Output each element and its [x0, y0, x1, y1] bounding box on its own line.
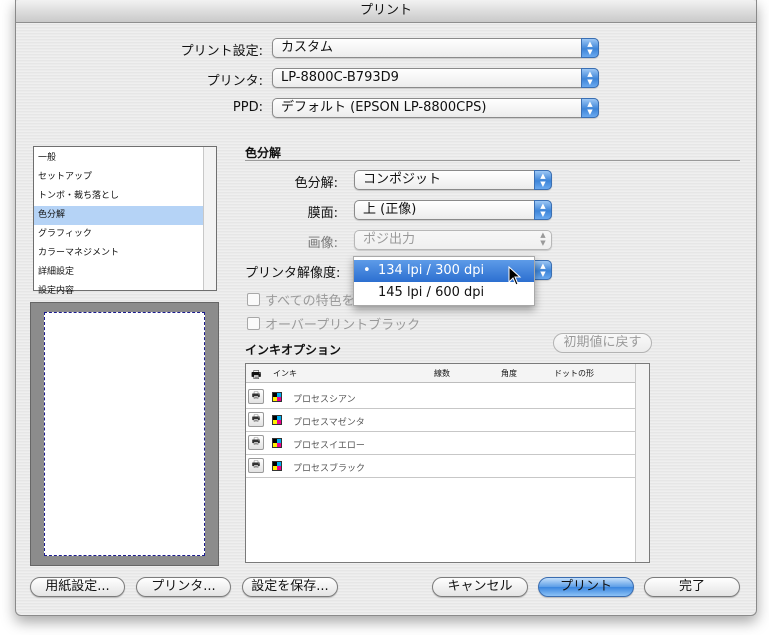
printer-icon[interactable]: 🖶 — [248, 412, 264, 427]
page-setup-button[interactable]: 用紙設定... — [30, 577, 125, 597]
popup-arrows-icon: ▲ ▼ — [534, 170, 552, 190]
resolution-label: プリンタ解像度: — [245, 266, 341, 281]
checkbox-box[interactable] — [247, 293, 260, 306]
ink-name: プロセスブラック — [293, 464, 366, 474]
ink-table-scrollbar[interactable] — [635, 364, 649, 562]
popup-arrows-icon: ▲ ▼ — [581, 38, 599, 58]
category-list[interactable]: 一般 セットアップ トンボ・裁ち落とし 色分解 グラフィック カラーマネジメント… — [33, 146, 217, 296]
resolution-option-label: 145 lpi / 600 dpi — [378, 285, 485, 300]
category-item[interactable]: トンボ・裁ち落とし — [34, 187, 216, 206]
printer-icon[interactable]: 🖶 — [248, 389, 264, 404]
separation-section-title: 色分解 — [245, 146, 282, 160]
col-ink[interactable]: インキ — [273, 368, 297, 379]
process-color-icon — [272, 438, 282, 448]
print-button[interactable]: プリント — [538, 577, 634, 597]
printer-icon[interactable]: 🖶 — [248, 458, 264, 473]
ppd-label: PPD: — [232, 100, 263, 115]
resolution-option-label: 134 lpi / 300 dpi — [378, 263, 485, 278]
page-preview — [30, 302, 219, 566]
category-item[interactable]: 一般 — [34, 149, 216, 168]
window-title: プリント — [16, 0, 756, 23]
cancel-button[interactable]: キャンセル — [432, 577, 528, 597]
emulsion-value: 上 (正像) — [363, 202, 417, 217]
printer-value: LP-8800C-B793D9 — [281, 70, 399, 85]
col-angle[interactable]: 角度 — [501, 368, 517, 379]
preset-value: カスタム — [281, 40, 334, 55]
popup-arrows-icon: ▲ ▼ — [534, 260, 552, 280]
done-button[interactable]: 完了 — [644, 577, 740, 597]
category-item[interactable]: カラーマネジメント — [34, 244, 216, 263]
checkbox-box[interactable] — [247, 317, 260, 330]
emulsion-label: 膜面: — [307, 206, 338, 221]
process-color-icon — [272, 461, 282, 471]
image-value: ポジ出力 — [363, 232, 416, 247]
category-item[interactable]: セットアップ — [34, 168, 216, 187]
ink-name: プロセスマゼンタ — [293, 418, 365, 428]
printer-label: プリンタ: — [206, 74, 263, 89]
category-item-selected[interactable]: 色分解 — [34, 206, 216, 225]
popup-arrows-icon: ▲ ▼ — [581, 68, 599, 88]
printer-button[interactable]: プリンタ... — [136, 577, 231, 597]
separation-mode-popup[interactable]: コンポジット ▲ ▼ — [354, 170, 552, 190]
all-spot-checkbox-label: すべての特色を — [265, 294, 355, 309]
save-settings-button[interactable]: 設定を保存... — [242, 577, 338, 597]
process-color-icon — [272, 392, 282, 402]
category-item[interactable]: グラフィック — [34, 225, 216, 244]
emulsion-popup[interactable]: 上 (正像) ▲ ▼ — [354, 200, 552, 220]
overprint-black-checkbox[interactable]: オーバープリントブラック — [247, 314, 420, 333]
ink-row[interactable]: 🖶 プロセスイエロー — [246, 432, 636, 455]
ink-table-header: 🖶 インキ 線数 角度 ドットの形 — [246, 364, 636, 383]
printer-popup[interactable]: LP-8800C-B793D9 ▲ ▼ — [272, 68, 599, 88]
category-item[interactable]: 詳細設定 — [34, 263, 216, 282]
ink-table: 🖶 インキ 線数 角度 ドットの形 🖶 プロセスシアン 🖶 プロセスマゼンタ 🖶… — [245, 363, 650, 563]
preview-page — [44, 312, 205, 556]
popup-arrows-icon: ▲ ▼ — [581, 98, 599, 118]
ink-row[interactable]: 🖶 プロセスマゼンタ — [246, 409, 636, 432]
ppd-popup[interactable]: デフォルト (EPSON LP-8800CPS) ▲ ▼ — [272, 98, 599, 118]
ink-row[interactable]: 🖶 プロセスブラック — [246, 455, 636, 478]
col-frequency[interactable]: 線数 — [434, 368, 450, 379]
separation-mode-label: 色分解: — [294, 176, 338, 191]
image-popup: ポジ出力 ▲ ▼ — [354, 230, 552, 250]
preset-popup[interactable]: カスタム ▲ ▼ — [272, 38, 599, 58]
ppd-value: デフォルト (EPSON LP-8800CPS) — [281, 100, 487, 115]
printer-icon: 🖶 — [251, 368, 262, 381]
popup-arrows-icon: ▲ ▼ — [540, 231, 546, 247]
section-divider — [245, 160, 740, 161]
all-spot-checkbox[interactable]: すべての特色を — [247, 290, 355, 309]
resolution-option[interactable]: 145 lpi / 600 dpi — [354, 282, 534, 304]
mouse-cursor-icon — [508, 266, 522, 286]
print-dialog: プリント プリント設定: カスタム ▲ ▼ プリンタ: LP-8800C-B793… — [15, 0, 757, 616]
preset-label: プリント設定: — [180, 44, 263, 59]
ink-section-title: インキオプション — [245, 343, 342, 357]
ink-row[interactable]: 🖶 プロセスシアン — [246, 386, 636, 409]
resolution-option-selected[interactable]: • 134 lpi / 300 dpi — [354, 260, 534, 282]
overprint-black-label: オーバープリントブラック — [265, 318, 421, 333]
check-mark-icon: • — [363, 263, 371, 278]
category-scrollbar[interactable] — [203, 147, 216, 290]
process-color-icon — [272, 415, 282, 425]
col-dot-shape[interactable]: ドットの形 — [554, 368, 594, 379]
ink-name: プロセスイエロー — [293, 441, 365, 451]
image-label: 画像: — [307, 236, 338, 251]
reset-defaults-button[interactable]: 初期値に戻す — [553, 333, 652, 353]
popup-arrows-icon: ▲ ▼ — [534, 200, 552, 220]
category-item[interactable]: 設定内容 — [34, 282, 216, 301]
ink-name: プロセスシアン — [293, 395, 356, 405]
printer-icon[interactable]: 🖶 — [248, 435, 264, 450]
separation-mode-value: コンポジット — [363, 172, 442, 187]
